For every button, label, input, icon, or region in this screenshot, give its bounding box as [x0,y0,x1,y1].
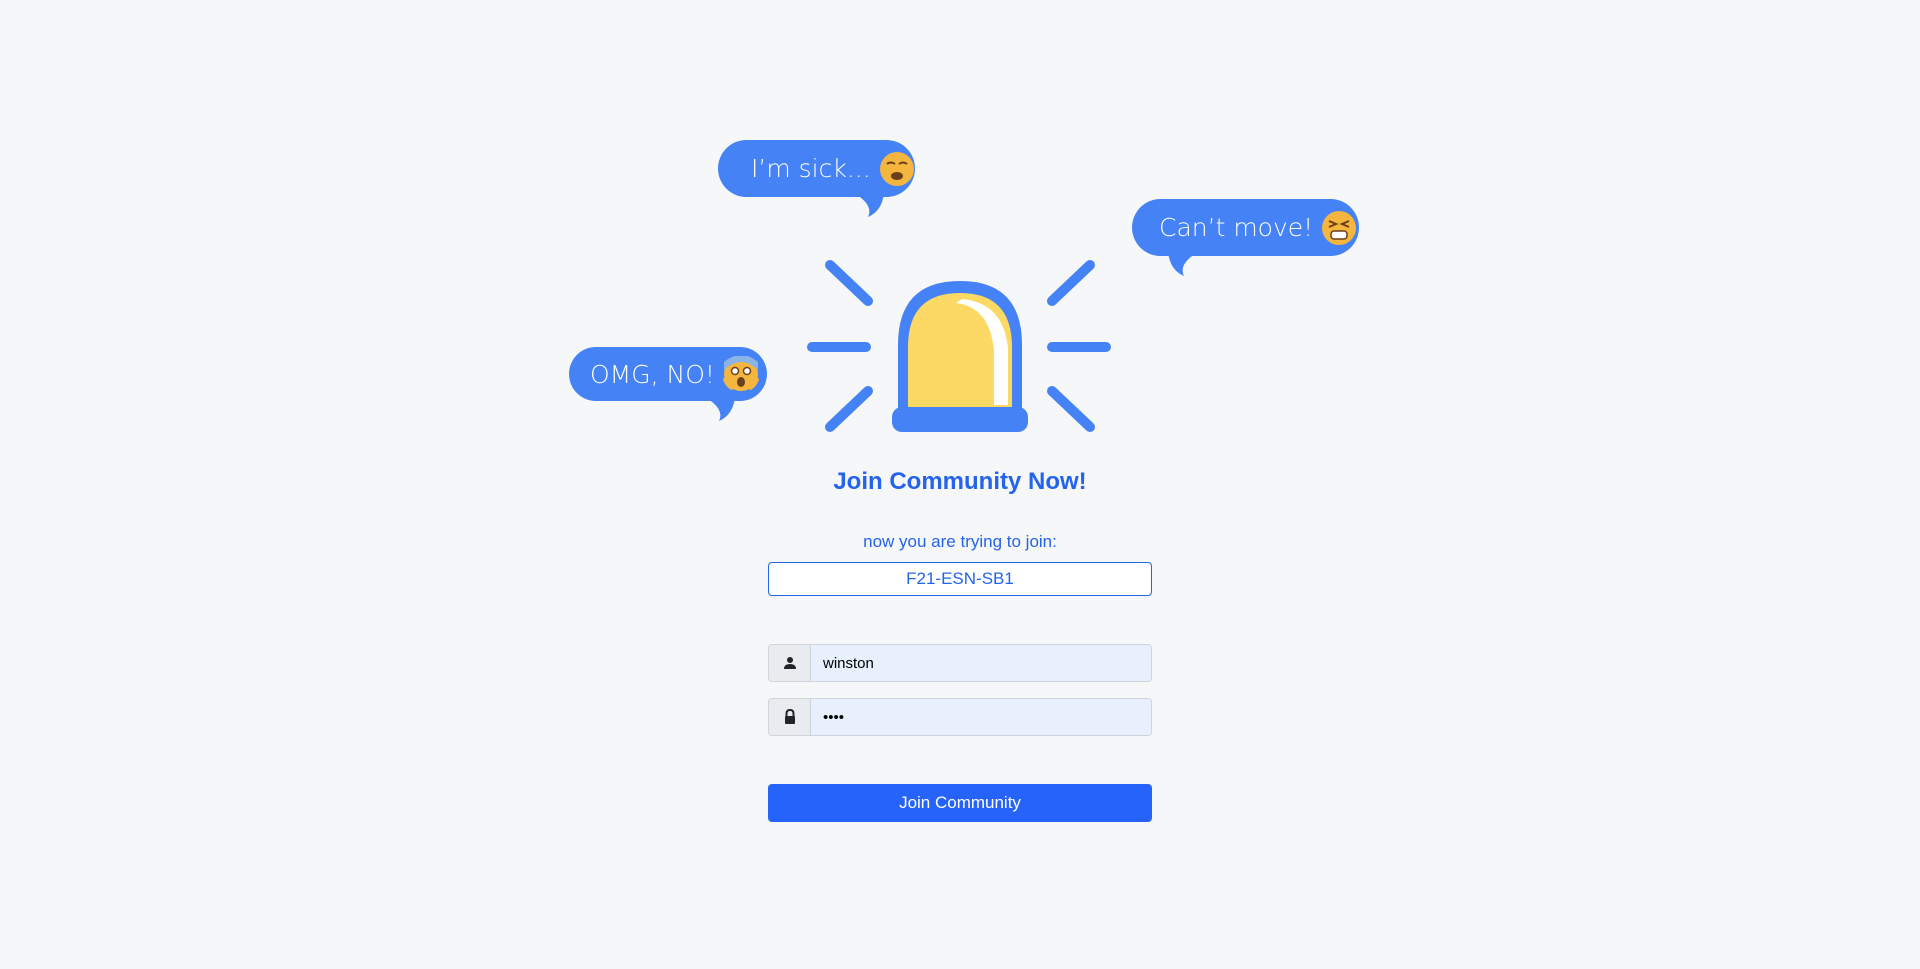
tired-face-emoji [1322,210,1357,245]
speech-bubble-omg: OMG, NO! [569,347,767,421]
bubble-tail [854,193,884,217]
password-input[interactable]: •••• [811,699,1151,735]
password-group: •••• [768,698,1152,736]
speech-bubble-text: I’m sick... [751,154,871,183]
bubble-tail [705,397,735,421]
screaming-face-emoji [722,356,759,391]
speech-bubble-cant-move: Can’t move! [1132,199,1359,276]
speech-bubble-text: Can’t move! [1159,213,1314,242]
username-group: winston [768,644,1152,682]
join-subtitle: now you are trying to join: [863,532,1057,551]
lock-icon [769,699,811,735]
user-icon [769,645,811,681]
weary-face-emoji [879,151,914,186]
speech-bubble-sick: I’m sick... [718,140,915,217]
speech-bubble-text: OMG, NO! [590,359,715,389]
community-name-field: F21-ESN-SB1 [768,562,1152,596]
join-community-button[interactable]: Join Community [768,784,1152,822]
page-title: Join Community Now! [833,468,1087,495]
siren-alarm-icon [807,260,1111,432]
bubble-tail [1168,252,1198,276]
username-input[interactable]: winston [811,645,1151,681]
